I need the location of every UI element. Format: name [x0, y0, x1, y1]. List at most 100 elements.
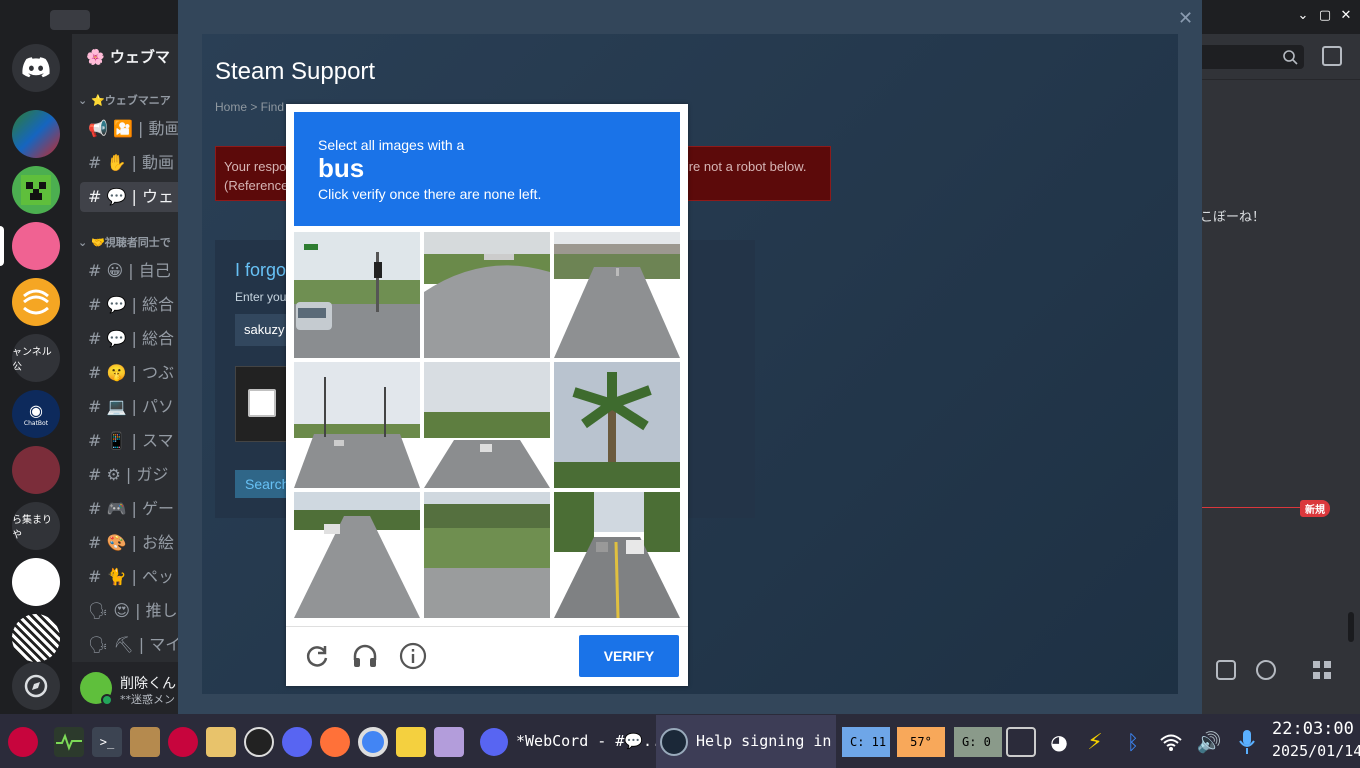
server-icon-collect[interactable]: ら集まりや — [12, 502, 60, 550]
captcha-tile-5[interactable] — [424, 362, 550, 488]
clock-date[interactable]: 2025/01/14 — [1272, 742, 1360, 760]
system-monitor-icon[interactable] — [54, 727, 84, 757]
chromium-icon[interactable] — [358, 727, 388, 757]
breadcrumb[interactable]: Home > Find — [215, 100, 284, 114]
server-list: ャンネル公 ◉ ChatBot ら集まりや — [0, 34, 72, 714]
captcha-tile-7[interactable] — [294, 492, 420, 618]
server-label: ら集まりや — [12, 515, 52, 541]
bluetooth-icon[interactable]: ᛒ — [1118, 727, 1148, 757]
form-label: Enter you — [235, 290, 287, 304]
temperature-monitor: 57° — [897, 727, 945, 757]
channel-item[interactable]: # 💻 | パソ — [80, 392, 178, 422]
user-panel: 削除くん **迷惑メン — [72, 662, 178, 714]
wifi-icon[interactable] — [1156, 727, 1186, 757]
archive-icon[interactable] — [130, 727, 160, 757]
obs-icon[interactable] — [244, 727, 274, 757]
online-status-icon — [101, 694, 113, 706]
robot-icon: ◉ — [29, 401, 43, 420]
captcha-subtext: Click verify once there are none left. — [318, 186, 542, 202]
discord-icon — [480, 727, 508, 756]
form-heading: I forgo — [235, 260, 287, 280]
server-icon-creeper[interactable] — [12, 166, 60, 214]
server-icon-chatbot[interactable]: ◉ ChatBot — [12, 390, 60, 438]
discord-home-icon[interactable] — [12, 44, 60, 92]
minimize-icon[interactable]: ⌄ — [1296, 9, 1310, 23]
captcha-tile-4[interactable] — [294, 362, 420, 488]
channel-list: 🌸 ウェブマ ⌄ ⭐ウェブマニア 📢 🎦 | 動画 # ✋ | 動画 # 💬 |… — [72, 34, 178, 662]
server-icon-anime[interactable] — [12, 222, 60, 270]
taskbar-task-webcord[interactable]: *WebCord - #💬.. — [474, 715, 656, 768]
inbox-icon[interactable] — [1322, 46, 1342, 66]
microphone-icon[interactable] — [1232, 727, 1262, 757]
chat-area — [1178, 34, 1360, 714]
explore-servers-icon[interactable] — [12, 662, 60, 710]
maximize-icon[interactable]: ▢ — [1318, 9, 1332, 23]
channel-item-active[interactable]: # 💬 | ウェ — [80, 182, 178, 212]
server-icon-qr[interactable] — [12, 614, 60, 662]
channel-item[interactable]: # 💬 | 総合 — [80, 324, 178, 354]
firefox-icon[interactable] — [320, 727, 350, 757]
category-header[interactable]: ⌄ ⭐ウェブマニア — [78, 92, 171, 108]
channel-item[interactable]: # 🤫 | つぶ — [80, 358, 178, 388]
steam-close-icon[interactable]: ✕ — [1178, 8, 1193, 29]
captcha-tile-2[interactable] — [424, 232, 550, 358]
new-messages-divider — [1200, 507, 1300, 508]
gpu-monitor: G: 0 — [954, 727, 1002, 757]
raspberry-menu-icon[interactable] — [8, 727, 38, 757]
captcha-tile-9[interactable] — [554, 492, 680, 618]
scrollbar[interactable] — [1348, 612, 1354, 642]
captcha-target: bus — [318, 153, 365, 183]
power-icon[interactable]: ⚡ — [1080, 727, 1110, 757]
emoji-icon[interactable] — [1256, 660, 1276, 680]
chat-input-toolbar — [1204, 648, 1360, 692]
server-icon-b[interactable] — [12, 446, 60, 494]
info-icon[interactable] — [399, 642, 427, 670]
discord-icon[interactable] — [282, 727, 312, 757]
channel-item[interactable]: # 📱 | スマ — [80, 426, 178, 456]
server-label: ChatBot — [23, 420, 49, 427]
channel-item[interactable]: # 🎨 | お絵 — [80, 528, 178, 558]
channel-item[interactable]: # ✋ | 動画 — [80, 148, 178, 178]
server-name[interactable]: 🌸 ウェブマ — [86, 46, 170, 67]
error-line: u're not a robot below. — [679, 159, 807, 174]
raspberry-icon[interactable] — [168, 727, 198, 757]
channel-item[interactable]: # 💬 | 総合 — [80, 290, 178, 320]
sticker-icon[interactable] — [1216, 660, 1236, 680]
category-header[interactable]: ⌄ 🤝視聴者同士で — [78, 234, 171, 250]
channel-item[interactable]: # 🐈 | ペッ — [80, 562, 178, 592]
channel-item[interactable]: # 🎮 | ゲー — [80, 494, 178, 524]
server-icon-swirl[interactable] — [12, 278, 60, 326]
verify-button[interactable]: VERIFY — [579, 635, 679, 677]
channel-item[interactable]: 📢 🎦 | 動画 — [80, 114, 178, 144]
search-input[interactable] — [1200, 45, 1304, 69]
discord-tray-icon[interactable]: ◕ — [1044, 727, 1074, 757]
close-window-icon[interactable]: ✕ — [1339, 9, 1353, 23]
search-icon — [1283, 50, 1298, 65]
clock-time[interactable]: 22:03:00 — [1272, 719, 1354, 739]
taskbar-task-steam[interactable]: Help signing in — [656, 715, 836, 768]
cpu-monitor: C: 11 — [842, 727, 890, 757]
channel-item[interactable]: 🗣 ⛏ | マイ — [80, 630, 178, 660]
captcha-tile-1[interactable] — [294, 232, 420, 358]
captcha-tile-3[interactable] — [554, 232, 680, 358]
terminal-icon[interactable]: >_ — [92, 727, 122, 757]
keyboard-icon[interactable] — [1006, 727, 1036, 757]
channel-item[interactable]: # 😀 | 自己 — [80, 256, 178, 286]
package-icon[interactable] — [434, 727, 464, 757]
server-icon-channel-pub[interactable]: ャンネル公 — [12, 334, 60, 382]
new-badge: 新規 — [1300, 500, 1330, 517]
files-icon[interactable] — [206, 727, 236, 757]
server-icon-pixel[interactable] — [12, 110, 60, 158]
volume-icon[interactable]: 🔊 — [1194, 727, 1224, 757]
audio-challenge-icon[interactable] — [351, 642, 379, 670]
server-icon-colorful[interactable] — [12, 558, 60, 606]
text-editor-icon[interactable] — [396, 727, 426, 757]
recaptcha-checkbox[interactable] — [248, 389, 276, 417]
captcha-tile-6[interactable] — [554, 362, 680, 488]
refresh-icon[interactable] — [303, 642, 331, 670]
channel-item[interactable]: 🗣 😍 | 推し — [80, 596, 178, 626]
apps-icon[interactable] — [1312, 660, 1332, 680]
captcha-tile-8[interactable] — [424, 492, 550, 618]
channel-item[interactable]: # ⚙ | ガジ — [80, 460, 178, 490]
screen: ⌄ ▢ ✕ ャンネル公 ◉ ChatBot ら集まりや 🌸 ウェブマ ⌄ ⭐ウェ… — [0, 0, 1360, 768]
